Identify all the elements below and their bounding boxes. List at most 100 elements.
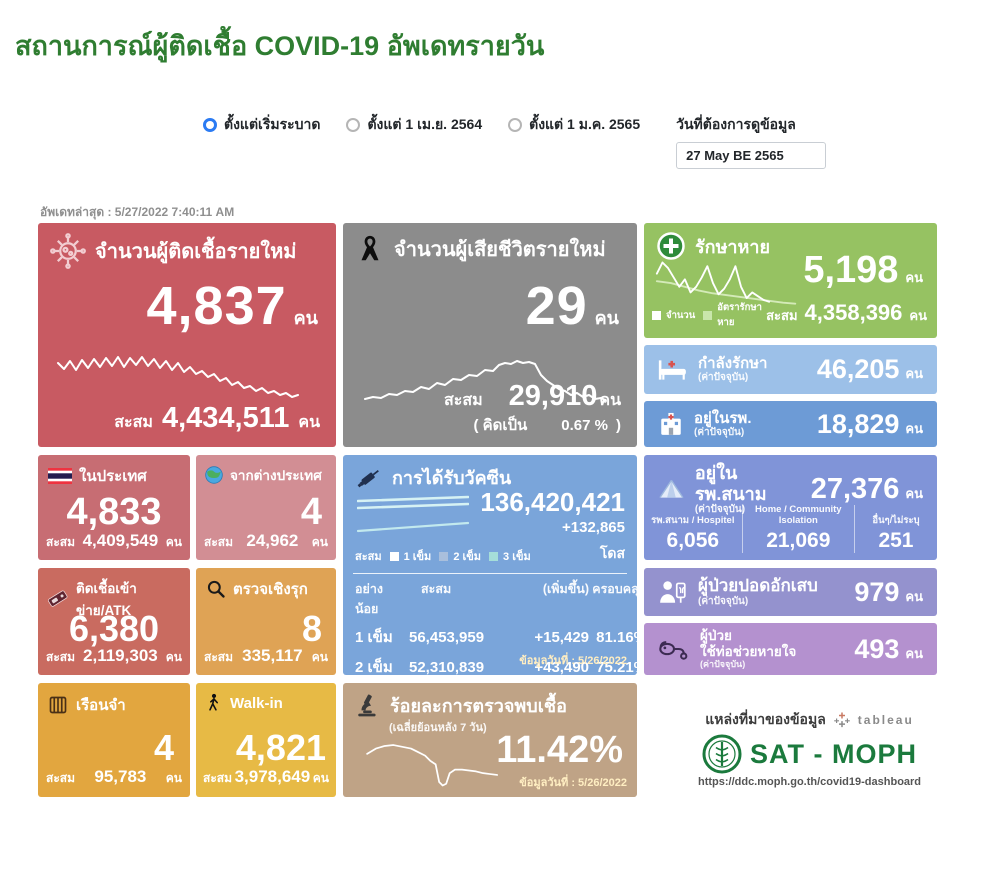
- card-atk: ติดเชื้อเข้าข่าย/ATK 6,380 สะสม 2,119,30…: [38, 568, 190, 675]
- cumulative-value: 29,910: [509, 380, 598, 413]
- pneumonia-value: 979: [854, 577, 899, 608]
- legend-swatch-dose2: [439, 552, 448, 561]
- card-title: กำลังรักษา: [698, 355, 767, 372]
- card-subtitle: (ค่าปัจจุบัน): [700, 659, 796, 669]
- card-title: อยู่ในรพ.: [694, 410, 752, 427]
- positive-rate-value: 11.42%: [496, 729, 623, 772]
- percent-value: 0.67 %: [561, 417, 608, 434]
- positive-rate-data-date: ข้อมูลวันที่ : 5/26/2022: [519, 773, 627, 791]
- percent-close: ): [616, 417, 621, 434]
- card-recovered: รักษาหาย 5,198 คน จำนวน อัตรารักษาหาย สะ…: [644, 223, 937, 338]
- prison-value: 4: [154, 727, 174, 769]
- card-subtitle: (ค่าปัจจุบัน): [694, 427, 752, 439]
- deaths-value: 29: [526, 275, 588, 337]
- intubated-value: 493: [854, 634, 899, 665]
- legend-label: จำนวน: [666, 308, 695, 323]
- percent-open: ( คิดเป็น: [473, 413, 527, 437]
- cumulative-label: สะสม: [204, 648, 233, 667]
- radio-since-outbreak[interactable]: ตั้งแต่เริ่มระบาด: [203, 114, 320, 136]
- cumulative-unit: คน: [599, 388, 621, 413]
- radio-since-jan-2565[interactable]: ตั้งแต่ 1 ม.ค. 2565: [508, 114, 640, 136]
- legend-label: อัตรารักษาหาย: [717, 300, 766, 330]
- cumulative-unit: คน: [909, 305, 927, 326]
- card-title: ในประเทศ: [79, 464, 147, 488]
- moph-seal-icon: [702, 734, 742, 774]
- breakdown-other: อื่นๆ/ไม่ระบุ 251: [854, 505, 937, 553]
- cumulative-value: 335,117: [242, 646, 303, 666]
- in-hospital-value: 18,829: [817, 409, 900, 440]
- legend-swatch-count: [652, 311, 661, 320]
- vaccine-row-dose1: 1 เข็ม 56,453,959 +15,429 81.16%: [355, 625, 627, 649]
- field-hospital-value: 27,376: [811, 473, 900, 506]
- vaccine-total-doses: 136,420,421: [480, 487, 625, 518]
- source-name: SAT - MOPH: [750, 739, 917, 770]
- breakdown-hospitel: รพ.สนาม / Hospitel 6,056: [644, 505, 742, 553]
- pneumonia-unit: คน: [905, 586, 923, 607]
- kpi-board: จำนวนผู้ติดเชื้อรายใหม่ 4,837 คน สะสม 4,…: [38, 223, 938, 799]
- positive-rate-sparkline: [357, 731, 509, 789]
- field-hospital-breakdown: รพ.สนาม / Hospitel 6,056 Home / Communit…: [644, 505, 937, 553]
- card-in-hospital: อยู่ในรพ. (ค่าปัจจุบัน) 18,829 คน: [644, 401, 937, 447]
- card-subtitle: (ค่าปัจจุบัน): [698, 596, 818, 608]
- prison-bars-icon: [48, 695, 68, 715]
- new-cases-unit: คน: [294, 303, 318, 332]
- new-cases-sparkline: [54, 341, 302, 403]
- walkin-value: 4,821: [236, 727, 326, 769]
- date-input[interactable]: [676, 142, 826, 169]
- legend-label: 3 เข็ม: [503, 547, 531, 565]
- recovered-legend: จำนวน อัตรารักษาหาย: [652, 300, 766, 330]
- page-title: สถานการณ์ผู้ติดเชื้อ COVID-19 อัพเดทรายว…: [15, 24, 544, 67]
- card-title: ตรวจเชิงรุก: [233, 577, 308, 601]
- legend-swatch-rate: [703, 311, 712, 320]
- thai-flag-icon: [48, 468, 72, 484]
- cumulative-unit: คน: [312, 533, 328, 552]
- vaccine-data-date: ข้อมูลวันที่ : 5/26/2022: [519, 651, 627, 669]
- radio-label[interactable]: ตั้งแต่ 1 เม.ย. 2564: [367, 114, 482, 136]
- radio-button-icon[interactable]: [203, 118, 217, 132]
- card-proactive-testing: ตรวจเชิงรุก 8 สะสม 335,117 คน: [196, 568, 336, 675]
- card-under-treatment: กำลังรักษา (ค่าปัจจุบัน) 46,205 คน: [644, 345, 937, 394]
- covid-dashboard-page: สถานการณ์ผู้ติดเชื้อ COVID-19 อัพเดทรายว…: [0, 0, 1000, 879]
- last-updated-text: อัพเดทล่าสุด : 5/27/2022 7:40:11 AM: [40, 203, 234, 222]
- date-picker-label: วันที่ต้องการดูข้อมูล: [676, 114, 826, 136]
- cumulative-value: 95,783: [94, 767, 146, 787]
- radio-button-icon[interactable]: [346, 118, 360, 132]
- proactive-value: 8: [302, 608, 322, 650]
- globe-icon: [204, 465, 224, 485]
- cumulative-value: 3,978,649: [235, 767, 311, 787]
- cumulative-label: สะสม: [444, 388, 483, 413]
- vaccine-col-header: (เพิ่มขึ้น): [511, 579, 589, 599]
- card-title: ร้อยละการตรวจพบเชื้อ: [390, 691, 567, 720]
- radio-button-icon[interactable]: [508, 118, 522, 132]
- mourning-ribbon-icon: [355, 233, 385, 265]
- legend-swatch-dose1: [390, 552, 399, 561]
- tableau-logo-text: tableau: [858, 713, 914, 727]
- vaccine-delta: +132,865: [562, 519, 625, 536]
- breakdown-home-isolation: Home / Community Isolation 21,069: [742, 505, 854, 553]
- cumulative-unit: คน: [166, 648, 182, 667]
- microscope-icon: [355, 693, 381, 719]
- in-hospital-unit: คน: [905, 418, 923, 439]
- legend-label: 2 เข็ม: [453, 547, 481, 565]
- treating-value: 46,205: [817, 354, 900, 385]
- cumulative-label: สะสม: [46, 533, 75, 552]
- card-title: เรือนจำ: [76, 693, 126, 717]
- pneumonia-patient-icon: [658, 579, 688, 605]
- date-picker: วันที่ต้องการดูข้อมูล: [676, 114, 826, 169]
- radio-label[interactable]: ตั้งแต่เริ่มระบาด: [224, 114, 320, 136]
- recovered-unit: คน: [905, 267, 923, 288]
- cumulative-unit: คน: [298, 410, 320, 435]
- source-url[interactable]: https://ddc.moph.go.th/covid19-dashboard: [698, 776, 921, 788]
- cumulative-label: สะสม: [46, 648, 75, 667]
- source-label: แหล่งที่มาของข้อมูล: [705, 709, 826, 731]
- cumulative-unit: คน: [313, 769, 329, 788]
- vaccine-col-header: อย่างน้อย: [355, 579, 399, 619]
- walking-person-icon: [206, 693, 222, 713]
- radio-label[interactable]: ตั้งแต่ 1 ม.ค. 2565: [529, 114, 640, 136]
- tableau-logo-icon: [833, 711, 851, 729]
- vaccine-col-header: ครอบคลุม: [589, 579, 637, 599]
- card-title: จำนวนผู้เสียชีวิตรายใหม่: [394, 233, 606, 265]
- new-cases-value: 4,837: [147, 275, 287, 337]
- radio-since-apr-2564[interactable]: ตั้งแต่ 1 เม.ย. 2564: [346, 114, 482, 136]
- card-new-cases: จำนวนผู้ติดเชื้อรายใหม่ 4,837 คน สะสม 4,…: [38, 223, 336, 447]
